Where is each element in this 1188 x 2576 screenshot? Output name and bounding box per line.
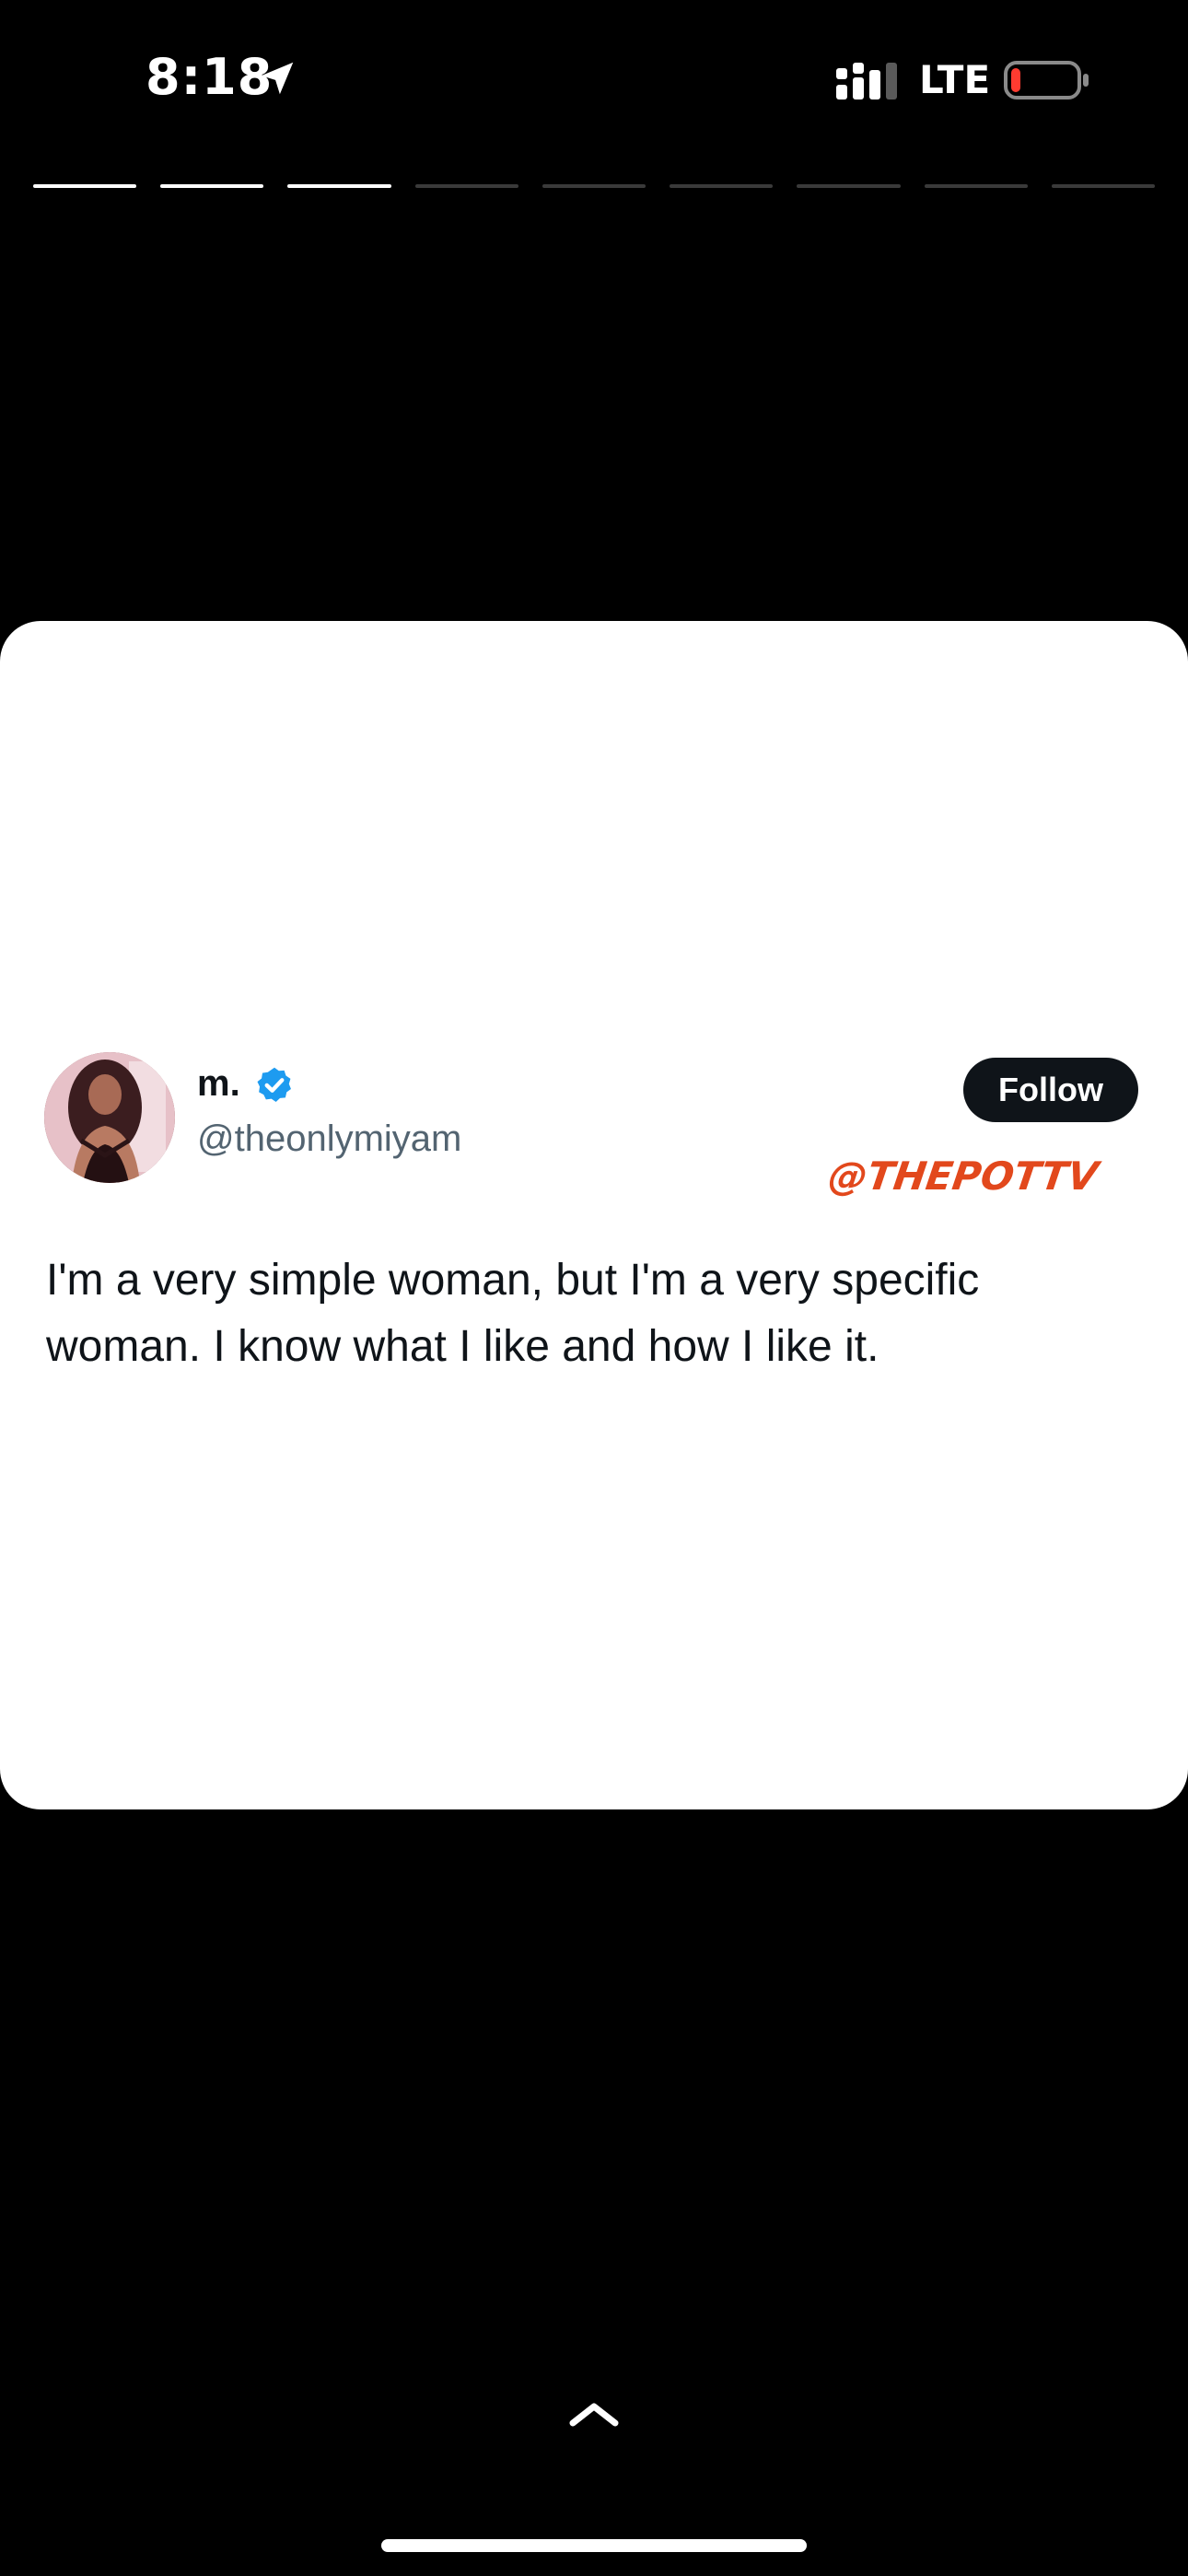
story-progress-segment xyxy=(670,184,774,188)
tweet-card[interactable]: m. @theonlymiyam Follow @THEPOTTV I'm a … xyxy=(0,621,1188,1809)
status-time: 8:18 xyxy=(146,48,274,106)
avatar[interactable] xyxy=(44,1052,175,1183)
story-progress-segment xyxy=(1051,184,1155,188)
home-indicator[interactable] xyxy=(381,2539,807,2552)
watermark-text: @THEPOTTV xyxy=(825,1153,1101,1199)
story-progress-segment xyxy=(924,184,1028,188)
follow-button[interactable]: Follow xyxy=(963,1058,1138,1122)
chevron-up-icon[interactable] xyxy=(565,2397,623,2430)
battery-icon xyxy=(1004,61,1089,100)
status-bar: 8:18 LTE xyxy=(0,0,1188,166)
story-progress-segment xyxy=(287,184,391,188)
verified-badge-icon xyxy=(257,1067,291,1102)
story-progress-segment xyxy=(33,184,137,188)
avatar-photo xyxy=(44,1052,175,1183)
signal-icon xyxy=(836,63,897,100)
story-screen[interactable]: 8:18 LTE m. @theonlymiyam Follow @THEPOT… xyxy=(0,0,1188,2576)
display-name[interactable]: m. xyxy=(197,1063,240,1105)
story-progress-segment xyxy=(414,184,518,188)
story-progress-bar xyxy=(33,184,1155,188)
story-progress-segment xyxy=(797,184,901,188)
tweet-text: I'm a very simple woman, but I'm a very … xyxy=(46,1256,980,1371)
story-progress-segment xyxy=(542,184,646,188)
story-progress-segment xyxy=(160,184,264,188)
user-handle[interactable]: @theonlymiyam xyxy=(197,1118,461,1160)
network-type: LTE xyxy=(919,57,991,102)
location-arrow-icon xyxy=(261,62,294,95)
